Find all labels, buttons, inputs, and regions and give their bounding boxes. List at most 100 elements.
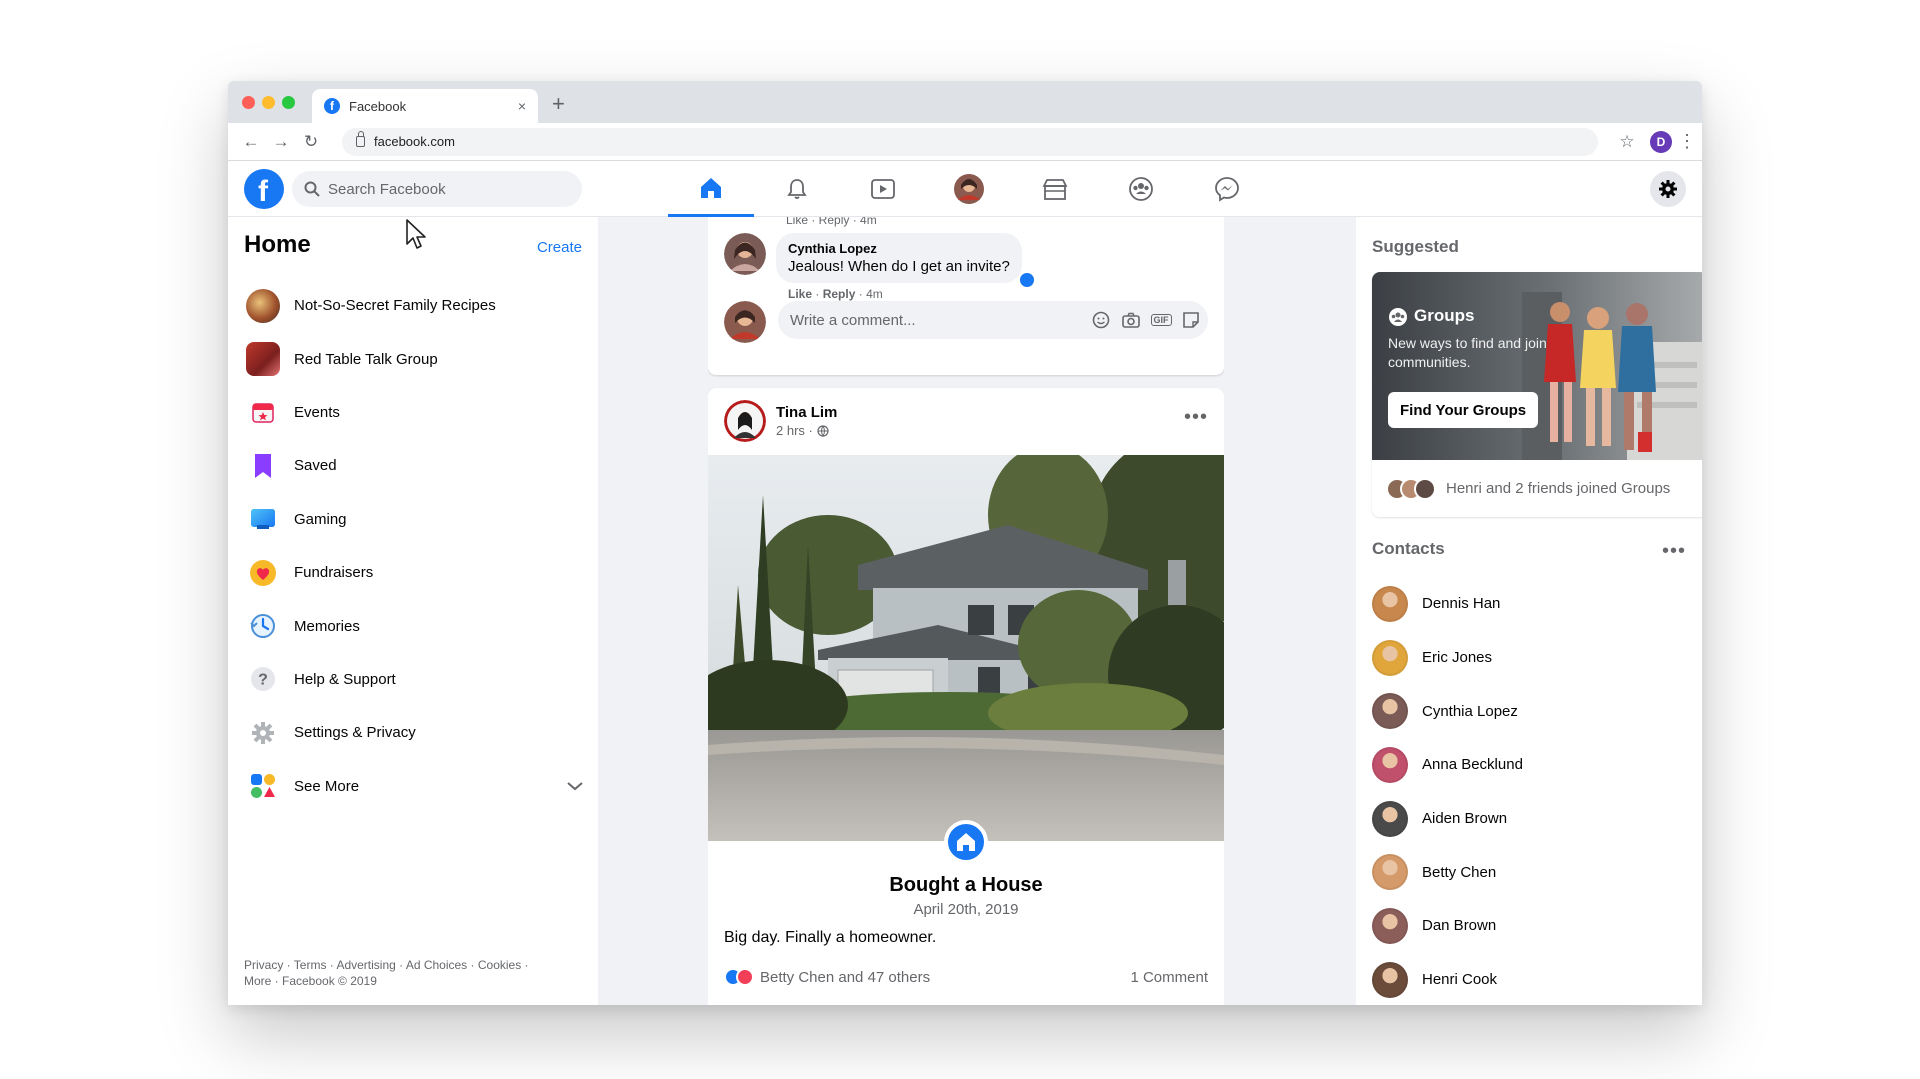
nav-notifications-tab[interactable] (754, 161, 840, 217)
post-photo[interactable] (708, 455, 1224, 841)
address-bar: ← → ↻ facebook.com ☆ D ⋮ (228, 123, 1702, 161)
nav-groups-tab[interactable] (1098, 161, 1184, 217)
comment-time: · 4m (858, 287, 883, 301)
minimize-window-button[interactable] (262, 96, 275, 109)
love-reaction-icon[interactable] (736, 968, 754, 986)
right-rail: Suggested Groups New ways to find and jo… (1356, 217, 1702, 1005)
avatar (1372, 854, 1408, 891)
nav-messenger-tab[interactable] (1184, 161, 1270, 217)
maximize-window-button[interactable] (282, 96, 295, 109)
comment-input[interactable] (790, 311, 1088, 329)
nav-home-tab[interactable] (668, 161, 754, 217)
gear-icon (1659, 180, 1677, 198)
sidebar-item-saved[interactable]: Saved (236, 439, 590, 492)
messenger-icon (1215, 177, 1239, 202)
sidebar-item-label: Events (294, 403, 340, 421)
reactions-summary[interactable]: Betty Chen and 47 others (760, 969, 930, 986)
sticker-icon[interactable] (1178, 307, 1204, 333)
avatar (1372, 693, 1408, 730)
sidebar-item-gaming[interactable]: Gaming (236, 493, 590, 546)
contact-item[interactable]: Eric Jones (1364, 631, 1694, 685)
post-author-name[interactable]: Tina Lim (776, 404, 837, 421)
contact-item[interactable]: Dennis Han (1364, 577, 1694, 631)
emoji-icon[interactable] (1088, 307, 1114, 333)
sidebar-item-label: Saved (294, 457, 337, 475)
sidebar-item-red-table-talk[interactable]: Red Table Talk Group (236, 332, 590, 385)
gaming-icon (246, 502, 280, 536)
comment-like-link[interactable]: Like (788, 287, 812, 301)
sidebar-item-memories[interactable]: Memories (236, 599, 590, 652)
avatar (1372, 961, 1408, 998)
suggested-title: Suggested (1372, 237, 1459, 256)
comment-actions: Like · Reply · 4m (788, 287, 883, 301)
forward-icon[interactable]: → (266, 132, 296, 152)
question-icon: ? (246, 662, 280, 696)
bookmark-star-icon[interactable]: ☆ (1610, 132, 1644, 152)
search-input[interactable] (328, 180, 558, 198)
sidebar-item-label: Not-So-Secret Family Recipes (294, 297, 496, 315)
comment-author[interactable]: Cynthia Lopez (788, 241, 1010, 256)
footer-line-2[interactable]: More · Facebook © 2019 (244, 973, 584, 989)
sidebar-item-events[interactable]: Events (236, 386, 590, 439)
contact-item[interactable]: Dan Brown (1364, 899, 1694, 953)
browser-profile-avatar[interactable]: D (1650, 130, 1672, 153)
sidebar-item-see-more[interactable]: See More (236, 760, 590, 813)
post-more-options-icon[interactable]: ••• (1184, 406, 1208, 429)
url-field[interactable]: facebook.com (342, 127, 1598, 156)
camera-icon[interactable] (1118, 307, 1144, 333)
facebook-logo-icon[interactable]: f (244, 169, 284, 209)
browser-tab[interactable]: f Facebook × (312, 89, 538, 123)
search-box[interactable] (292, 171, 582, 207)
contacts-more-options-icon[interactable]: ••• (1662, 540, 1686, 563)
avatar[interactable] (724, 233, 766, 275)
new-tab-button[interactable]: + (552, 91, 565, 117)
facebook-favicon-icon: f (324, 98, 340, 114)
contacts-list: Dennis Han Eric Jones Cynthia Lopez Anna… (1364, 577, 1694, 1005)
left-sidebar: Home Create Not-So-Secret Family Recipes… (228, 217, 598, 1005)
post-time[interactable]: 2 hrs · (776, 423, 813, 438)
post-author-avatar[interactable] (724, 400, 766, 442)
tab-close-icon[interactable]: × (518, 98, 526, 114)
gif-icon[interactable]: GIF (1148, 307, 1174, 333)
current-user-avatar[interactable] (724, 301, 766, 343)
groups-suggestion-card[interactable]: Groups New ways to find and join communi… (1372, 272, 1702, 517)
close-window-button[interactable] (242, 96, 255, 109)
settings-button[interactable] (1650, 171, 1686, 207)
browser-tab-bar: f Facebook × + (228, 81, 1702, 123)
sidebar-item-settings-privacy[interactable]: Settings & Privacy (236, 706, 590, 759)
chevron-down-icon[interactable] (560, 781, 590, 791)
contact-item[interactable]: Aiden Brown (1364, 792, 1694, 846)
marketplace-store-icon (1042, 179, 1068, 200)
contact-name: Betty Chen (1422, 863, 1497, 881)
globe-icon (817, 424, 829, 437)
nav-marketplace-tab[interactable] (1012, 161, 1098, 217)
life-event-badge (944, 820, 988, 864)
nav-profile-tab[interactable] (926, 161, 1012, 217)
groups-card-desc: New ways to find and join communities. (1388, 335, 1547, 370)
contact-item[interactable]: Anna Becklund (1364, 738, 1694, 792)
footer-line-1[interactable]: Privacy · Terms · Advertising · Ad Choic… (244, 957, 584, 973)
bookmark-icon (246, 449, 280, 483)
facebook-header: f (228, 161, 1702, 217)
sidebar-item-label: Gaming (294, 510, 347, 528)
comment-reply-link[interactable]: Reply (823, 287, 856, 301)
comments-count[interactable]: 1 Comment (1130, 969, 1208, 986)
sidebar-nav-list: Not-So-Secret Family Recipes Red Table T… (236, 279, 590, 813)
news-feed: Like · Reply · 4m Cynthia Lopez Jealous!… (708, 217, 1224, 1005)
home-icon (701, 177, 721, 198)
sidebar-item-fundraisers[interactable]: Fundraisers (236, 546, 590, 599)
like-reaction-icon[interactable] (1017, 271, 1036, 289)
contact-item[interactable]: Betty Chen (1364, 845, 1694, 899)
sidebar-item-family-recipes[interactable]: Not-So-Secret Family Recipes (236, 279, 590, 332)
sidebar-item-help-support[interactable]: ? Help & Support (236, 653, 590, 706)
comment: Cynthia Lopez Jealous! When do I get an … (724, 233, 1036, 301)
nav-watch-tab[interactable] (840, 161, 926, 217)
contact-item[interactable]: Henri Cook (1364, 953, 1694, 1005)
reload-icon[interactable]: ↻ (296, 132, 326, 152)
create-link[interactable]: Create (537, 239, 582, 256)
find-your-groups-button[interactable]: Find Your Groups (1388, 392, 1539, 428)
contact-item[interactable]: Cynthia Lopez (1364, 684, 1694, 738)
browser-menu-icon[interactable]: ⋮ (1672, 131, 1702, 152)
back-icon[interactable]: ← (236, 132, 266, 152)
write-comment-box[interactable]: GIF (778, 301, 1208, 339)
